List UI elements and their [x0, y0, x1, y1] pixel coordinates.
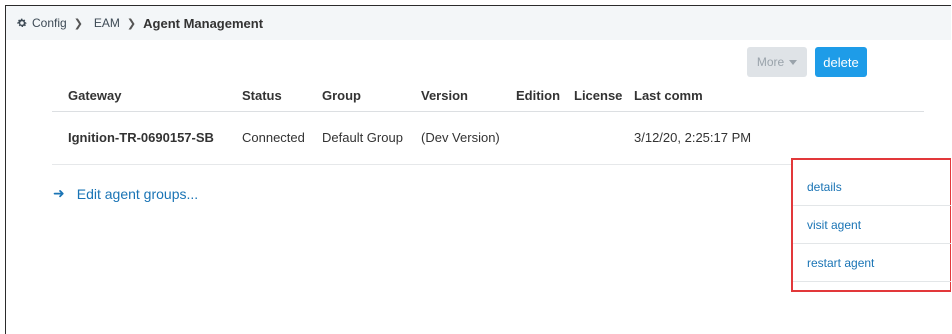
cell-last-comm: 3/12/20, 2:25:17 PM: [634, 130, 752, 145]
cell-group: Default Group: [322, 130, 403, 145]
more-button[interactable]: More: [747, 47, 807, 77]
gear-icon: [17, 18, 27, 27]
header-version[interactable]: Version: [421, 81, 468, 111]
caret-down-icon: [789, 59, 798, 65]
arrow-right-icon: ➜: [53, 185, 65, 201]
delete-button[interactable]: delete: [815, 47, 867, 77]
table-header: Gateway Status Group Version Edition Lic…: [52, 81, 924, 112]
header-status[interactable]: Status: [242, 81, 282, 111]
page-title: Agent Management: [143, 15, 264, 31]
menu-item-restart-agent[interactable]: restart agent: [793, 244, 951, 282]
more-button-label: More: [756, 55, 785, 69]
chevron-right-icon: ❯: [73, 17, 83, 30]
agents-table: Gateway Status Group Version Edition Lic…: [52, 81, 924, 165]
cell-status: Connected: [242, 130, 305, 145]
edit-agent-groups-link[interactable]: ➜ Edit agent groups...: [53, 185, 198, 202]
breadcrumb-config[interactable]: Config: [32, 16, 67, 30]
header-last-comm[interactable]: Last comm: [634, 81, 703, 111]
header-license[interactable]: License: [574, 81, 622, 111]
content-frame: Config ❯ EAM ❯ Agent Management Gateway …: [5, 5, 951, 334]
menu-item-details[interactable]: details: [793, 168, 951, 206]
header-group[interactable]: Group: [322, 81, 361, 111]
breadcrumb-eam[interactable]: EAM: [94, 16, 120, 30]
edit-agent-groups-label: Edit agent groups...: [76, 185, 199, 202]
chevron-right-icon: ❯: [126, 17, 137, 30]
cell-gateway: Ignition-TR-0690157-SB: [68, 130, 214, 145]
header-gateway[interactable]: Gateway: [68, 81, 121, 111]
breadcrumb: Config ❯ EAM ❯ Agent Management: [6, 6, 951, 40]
cell-version: (Dev Version): [421, 130, 500, 145]
menu-item-visit-agent[interactable]: visit agent: [793, 206, 951, 244]
more-dropdown-menu: details visit agent restart agent: [791, 158, 951, 292]
header-edition[interactable]: Edition: [516, 81, 560, 111]
